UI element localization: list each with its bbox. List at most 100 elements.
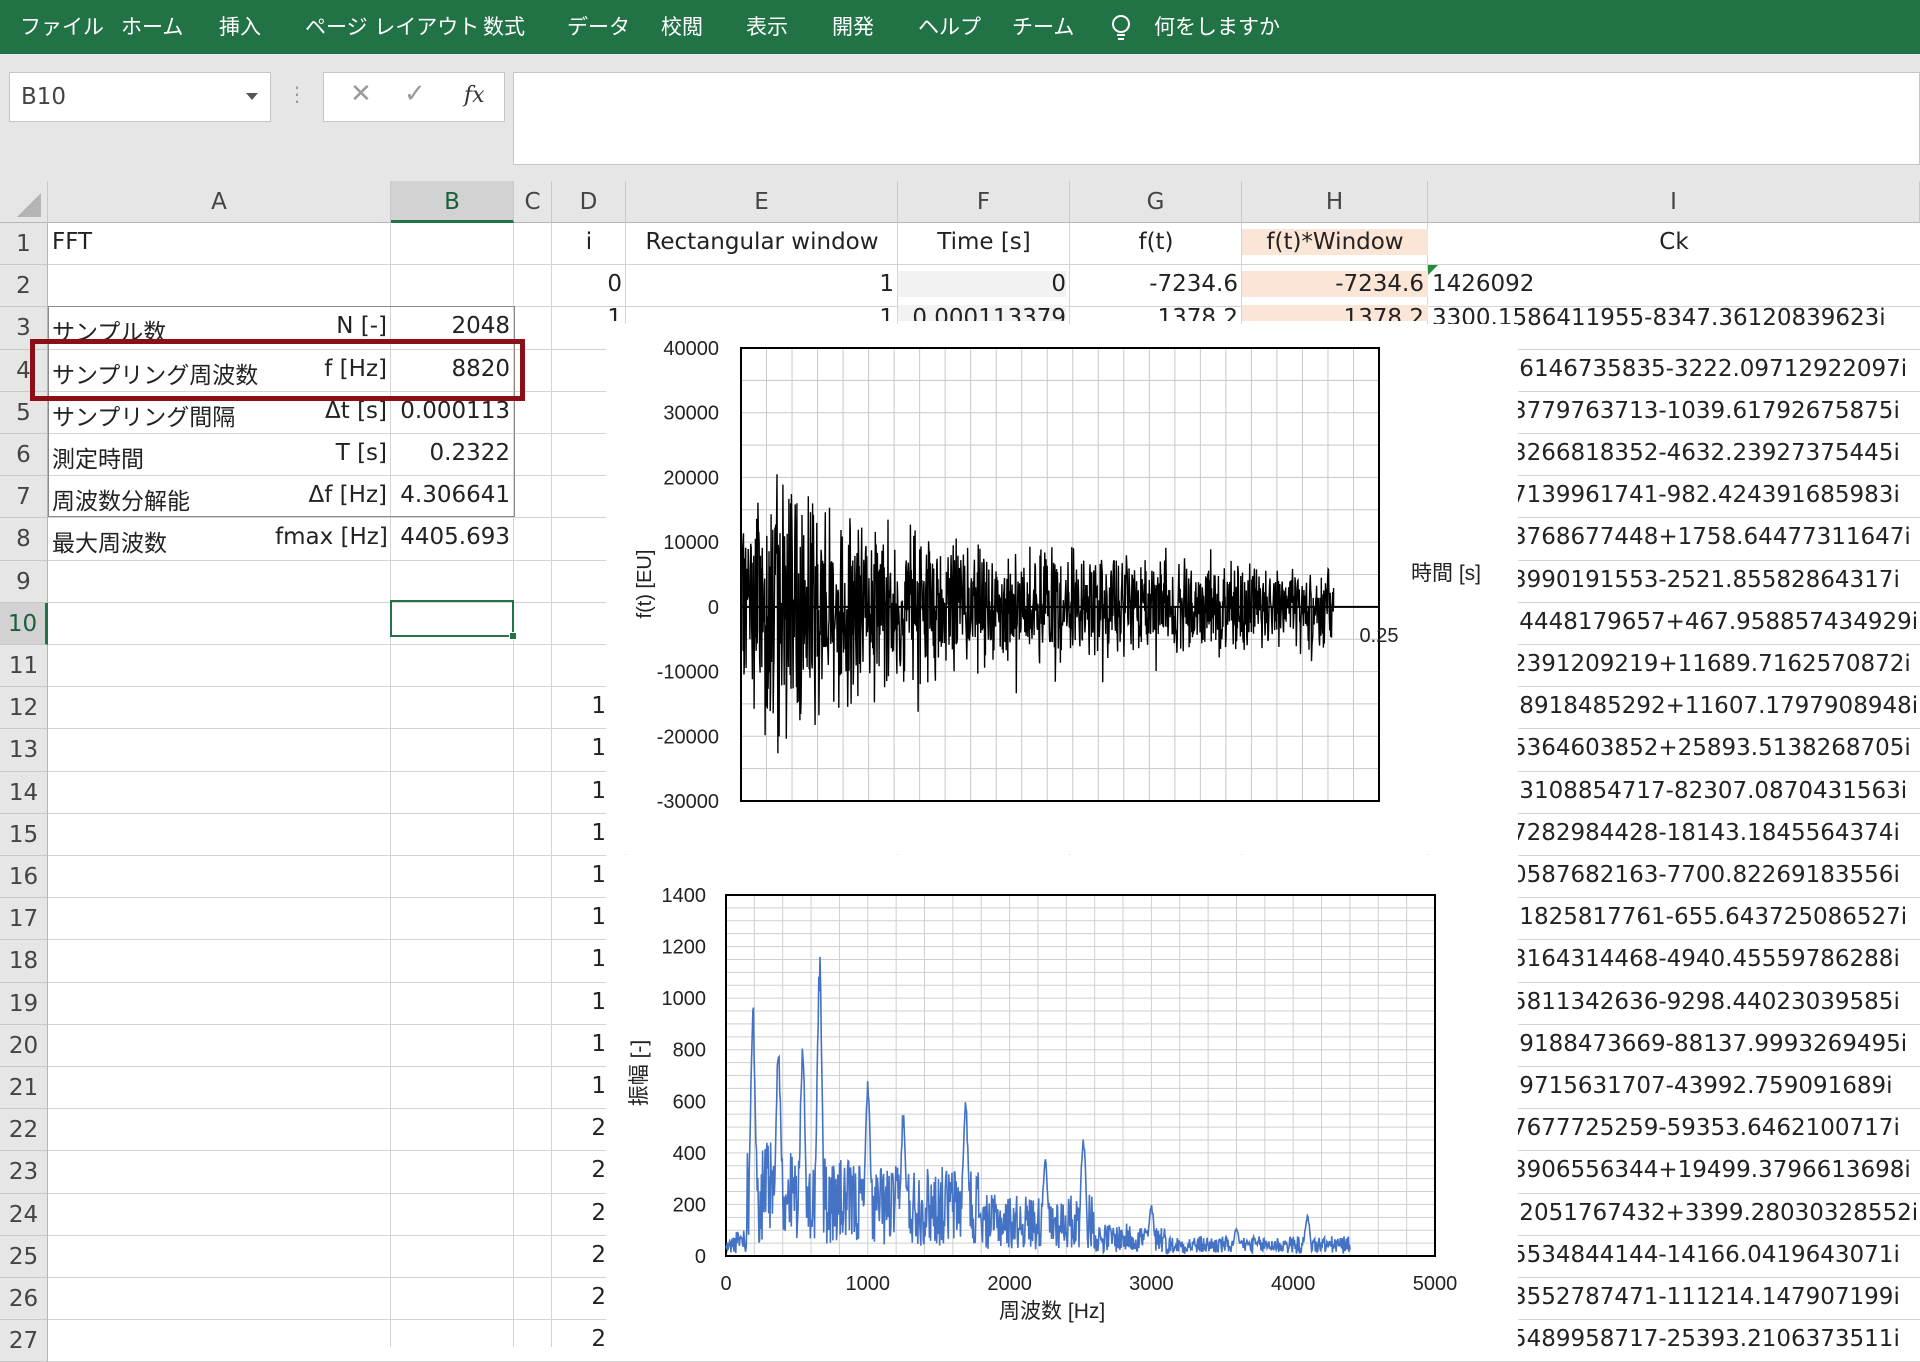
cell-a1[interactable]: FFT	[52, 229, 382, 255]
cell-ck[interactable]: 5364603852+25893.5138268705i	[1512, 735, 1916, 761]
cell-ck[interactable]: .9188473669-88137.9993269495i	[1512, 1031, 1916, 1057]
column-header-i[interactable]: I	[1428, 181, 1920, 223]
cell-ck[interactable]: .1825817761-655.643725086527i	[1512, 904, 1916, 930]
header-ft-window[interactable]: f(t)*Window	[1242, 229, 1428, 255]
header-i[interactable]: i	[552, 229, 626, 255]
row-header-6[interactable]: 6	[0, 434, 48, 477]
row-header-10[interactable]: 10	[0, 602, 48, 645]
cell-e2[interactable]: 1	[626, 271, 894, 297]
cell-ck[interactable]: 3266818352-4632.23927375445i	[1512, 440, 1916, 466]
chevron-down-icon[interactable]	[246, 93, 258, 100]
column-header-b[interactable]: B	[391, 181, 514, 223]
cell-ck[interactable]: 3164314468-4940.45559786288i	[1512, 946, 1916, 972]
fill-handle[interactable]	[509, 632, 517, 640]
row-header-22[interactable]: 22	[0, 1109, 48, 1152]
row-header-1[interactable]: 1	[0, 223, 48, 266]
cell-d-partial[interactable]: 1	[552, 862, 606, 888]
cell-ck[interactable]: 5489958717-25393.2106373511i	[1512, 1326, 1916, 1352]
tab-team[interactable]: チーム	[1012, 0, 1074, 54]
param-value[interactable]: 4405.693	[391, 524, 510, 550]
column-header-f[interactable]: F	[898, 181, 1070, 223]
header-rectangular-window[interactable]: Rectangular window	[626, 229, 898, 255]
cell-d-partial[interactable]: 2	[552, 1115, 606, 1141]
row-header-11[interactable]: 11	[0, 645, 48, 688]
row-header-20[interactable]: 20	[0, 1024, 48, 1067]
cell-ck[interactable]: 0587682163-7700.82269183556i	[1512, 862, 1916, 888]
param-value[interactable]: 2048	[391, 313, 510, 339]
cell-d-partial[interactable]: 1	[552, 1031, 606, 1057]
formula-input[interactable]	[513, 72, 1920, 165]
param-label[interactable]: 測定時間	[52, 440, 282, 474]
param-unit[interactable]: fmax [Hz]	[275, 524, 387, 550]
tab-review[interactable]: 校閲	[661, 0, 703, 54]
row-header-18[interactable]: 18	[0, 940, 48, 983]
cell-i2[interactable]: 1426092	[1432, 271, 1912, 297]
cell-ck[interactable]: 3779763713-1039.61792675875i	[1512, 398, 1916, 424]
column-header-d[interactable]: D	[552, 181, 626, 223]
cell-f2[interactable]: 0	[898, 271, 1066, 297]
param-label[interactable]: サンプリング間隔	[52, 398, 282, 432]
row-header-8[interactable]: 8	[0, 518, 48, 561]
cell-f3[interactable]: 0.000113379	[898, 305, 1066, 321]
row-header-27[interactable]: 27	[0, 1320, 48, 1362]
tab-page-layout[interactable]: ページ レイアウト	[305, 0, 479, 54]
row-header-26[interactable]: 26	[0, 1278, 48, 1321]
cell-g3[interactable]: 1378.2	[1070, 305, 1238, 321]
row-header-19[interactable]: 19	[0, 982, 48, 1025]
cell-d-partial[interactable]: 2	[552, 1157, 606, 1183]
cancel-icon[interactable]: ✕	[350, 79, 372, 109]
cell-ck[interactable]: 3990191553-2521.85582864317i	[1512, 567, 1916, 593]
tab-formulas[interactable]: 数式	[483, 0, 525, 54]
cell-d-partial[interactable]: 1	[552, 820, 606, 846]
row-header-15[interactable]: 15	[0, 813, 48, 856]
insert-function-icon[interactable]: fx	[464, 83, 485, 108]
row-header-9[interactable]: 9	[0, 560, 48, 603]
tab-developer[interactable]: 開発	[832, 0, 874, 54]
cell-d-partial[interactable]: 1	[552, 693, 606, 719]
cell-ck[interactable]: 7677725259-59353.6462100717i	[1512, 1115, 1916, 1141]
tab-home[interactable]: ホーム	[121, 0, 183, 54]
param-unit[interactable]: T [s]	[275, 440, 387, 466]
column-header-c[interactable]: C	[514, 181, 552, 223]
row-header-16[interactable]: 16	[0, 856, 48, 899]
cell-ck[interactable]: 5811342636-9298.44023039585i	[1512, 989, 1916, 1015]
tab-file[interactable]: ファイル	[20, 0, 104, 54]
header-ck[interactable]: Ck	[1428, 229, 1920, 255]
param-label[interactable]: 最大周波数	[52, 524, 282, 558]
param-value[interactable]: 0.000113	[391, 398, 510, 424]
cell-ck[interactable]: .6146735835-3222.09712922097i	[1512, 356, 1916, 382]
cell-d-partial[interactable]: 1	[552, 1073, 606, 1099]
selected-cell-b10[interactable]	[390, 600, 514, 637]
lightbulb-icon[interactable]	[1108, 13, 1134, 43]
cell-d-partial[interactable]: 1	[552, 778, 606, 804]
cell-ck[interactable]: 7282984428-18143.1845564374i	[1512, 820, 1916, 846]
cell-e3[interactable]: 1	[626, 305, 894, 321]
cell-ck[interactable]: 3552787471-111214.147907199i	[1512, 1284, 1916, 1310]
tab-data[interactable]: データ	[567, 0, 630, 54]
column-header-a[interactable]: A	[48, 181, 391, 223]
row-header-12[interactable]: 12	[0, 687, 48, 730]
cell-d-partial[interactable]: 1	[552, 946, 606, 972]
cell-ck[interactable]: .3108854717-82307.0870431563i	[1512, 778, 1916, 804]
cell-ck[interactable]: .4448179657+467.958857434929i	[1512, 609, 1916, 635]
cell-d-partial[interactable]: 1	[552, 989, 606, 1015]
row-header-14[interactable]: 14	[0, 771, 48, 814]
row-header-24[interactable]: 24	[0, 1193, 48, 1236]
cell-ck[interactable]: 5534844144-14166.0419643071i	[1512, 1242, 1916, 1268]
cell-d-partial[interactable]: 2	[552, 1200, 606, 1226]
select-all-button[interactable]	[0, 181, 48, 223]
row-header-13[interactable]: 13	[0, 729, 48, 772]
tab-help[interactable]: ヘルプ	[918, 0, 981, 54]
header-time[interactable]: Time [s]	[898, 229, 1070, 255]
row-header-21[interactable]: 21	[0, 1067, 48, 1110]
cell-d3[interactable]: 1	[552, 305, 622, 321]
row-header-7[interactable]: 7	[0, 476, 48, 519]
row-header-25[interactable]: 25	[0, 1235, 48, 1278]
cell-ck[interactable]: .2051767432+3399.28030328552i	[1512, 1200, 1916, 1226]
param-unit[interactable]: Δt [s]	[275, 398, 387, 424]
worksheet-grid[interactable]: A B C D E F G H I 1 2 3 4 5 6 7 8 9 10 11 12 13 14 15 1…	[0, 181, 1920, 1362]
tab-insert[interactable]: 挿入	[219, 0, 261, 54]
cell-h2[interactable]: -7234.6	[1242, 271, 1428, 297]
cell-ck[interactable]: 3768677448+1758.64477311647i	[1512, 524, 1916, 550]
tab-view[interactable]: 表示	[746, 0, 788, 54]
